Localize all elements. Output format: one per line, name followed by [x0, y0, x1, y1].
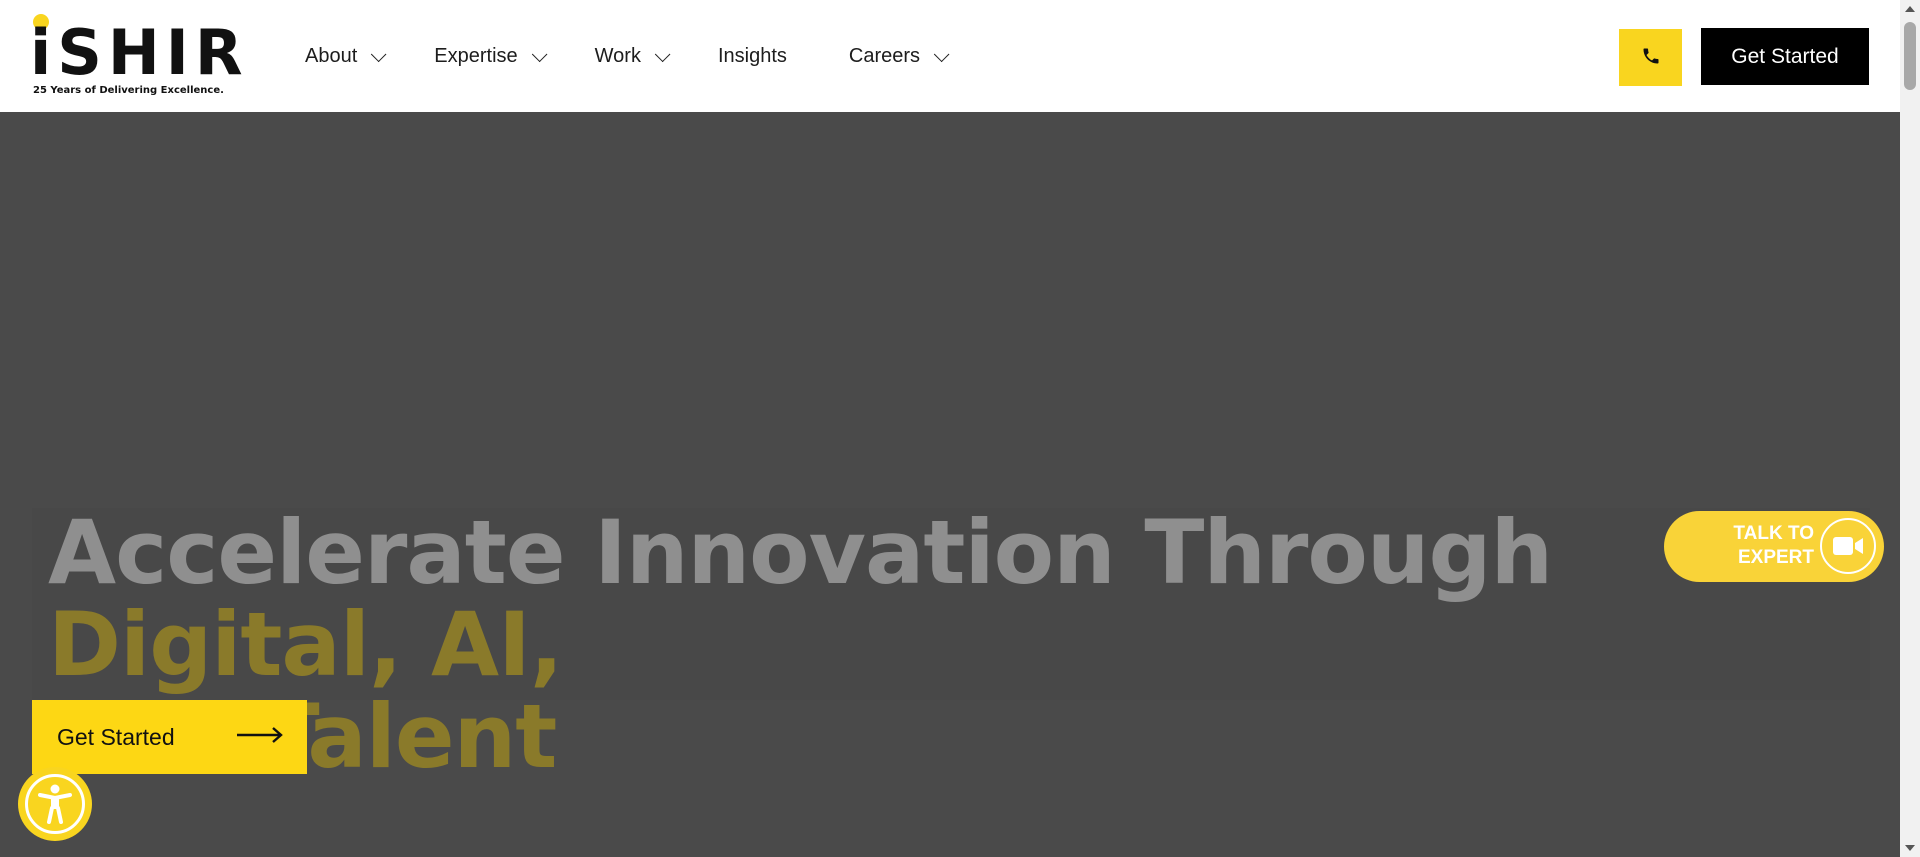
nav-item-label: Insights [717, 44, 787, 67]
main-nav: About Expertise Work Insights Careers [305, 0, 997, 112]
video-camera-icon [1820, 518, 1876, 574]
get-started-button[interactable]: Get Started [1701, 28, 1869, 85]
hero-title-highlight: Digital, AI, [48, 593, 563, 696]
nav-item-careers[interactable]: Careers [848, 44, 950, 68]
nav-item-about[interactable]: About [305, 44, 387, 68]
chevron-down-icon [933, 46, 950, 62]
chevron-down-icon [371, 46, 387, 62]
nav-item-label: Work [594, 44, 641, 67]
nav-item-expertise[interactable]: Expertise [434, 44, 548, 68]
scroll-up-arrow-icon[interactable] [1905, 6, 1915, 12]
phone-button[interactable] [1619, 29, 1682, 86]
nav-item-label: Careers [848, 44, 921, 67]
site-header: iSHIR 25 Years of Delivering Excellence.… [0, 0, 1900, 112]
scroll-thumb[interactable] [1904, 22, 1916, 90]
logo-tagline: 25 Years of Delivering Excellence. [33, 85, 224, 96]
scrollbar[interactable] [1900, 0, 1920, 857]
chevron-down-icon [531, 46, 548, 62]
phone-icon [1641, 46, 1661, 69]
accessibility-button[interactable] [18, 767, 92, 841]
logo[interactable]: iSHIR 25 Years of Delivering Excellence. [30, 14, 243, 100]
hero-title: Accelerate Innovation Through Digital, A… [48, 507, 1878, 783]
nav-item-label: Expertise [434, 44, 518, 67]
chevron-down-icon [654, 46, 671, 62]
nav-item-label: About [305, 44, 358, 67]
scroll-down-arrow-icon[interactable] [1905, 845, 1915, 851]
hero-title-part: Accelerate Innovation Through [48, 501, 1553, 604]
talk-to-expert-button[interactable]: TALK TO EXPERT [1664, 511, 1884, 582]
hero-button-label: Get Started [57, 723, 175, 750]
hero-get-started-button[interactable]: Get Started [32, 700, 307, 774]
nav-item-insights[interactable]: Insights [718, 45, 787, 68]
nav-item-work[interactable]: Work [594, 44, 671, 68]
accessibility-icon [25, 774, 85, 834]
talk-to-expert-label: TALK TO EXPERT [1733, 523, 1814, 568]
logo-wordmark: iSHIR [30, 16, 249, 89]
